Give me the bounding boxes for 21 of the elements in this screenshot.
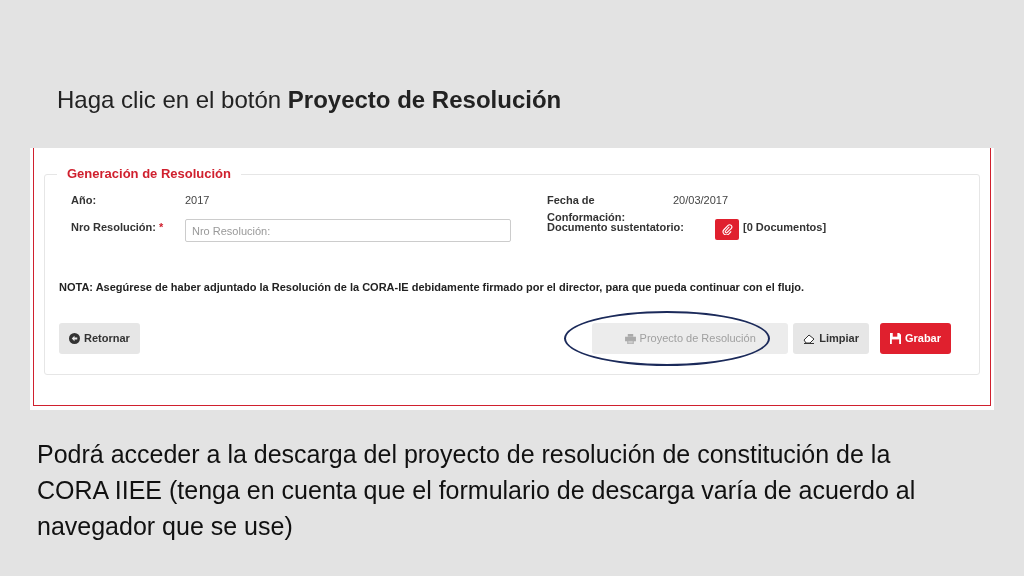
field-label: Nro Resolución: xyxy=(71,221,156,233)
eraser-icon xyxy=(803,333,816,344)
save-button[interactable]: Grabar xyxy=(879,323,951,354)
field-label: Fecha de Conformación: xyxy=(547,193,627,223)
instruction-text: Haga clic en el botón Proyecto de Resolución xyxy=(57,85,562,115)
save-icon xyxy=(889,333,901,344)
back-button[interactable]: Retornar xyxy=(59,323,140,354)
paperclip-icon xyxy=(721,224,733,235)
field-label: Documento sustentatorio: xyxy=(547,221,684,233)
documents-link[interactable]: [0 Documentos] xyxy=(743,219,827,236)
required-mark: * xyxy=(158,221,164,233)
printer-icon xyxy=(624,333,636,344)
note-text: NOTA: Asegúrese de haber adjuntado la Resolución de la CORA-IE debidamente firmado por el director, para que pueda continuar con el flujo. xyxy=(59,279,805,295)
clear-button[interactable]: Limpiar xyxy=(793,323,869,354)
attach-button[interactable] xyxy=(715,219,739,240)
field-value: 20/03/2017 xyxy=(673,193,729,208)
circle-arrow-icon xyxy=(69,333,80,344)
caption-text: Podrá acceder a la descarga del proyecto de resolución de constitución de la CORA IIEE (tenga en cuenta que el formulario de descarga varía de acuerdo al navegador que se use) xyxy=(37,439,917,542)
field-value: 2017 xyxy=(185,193,210,208)
input-field[interactable]: Nro Resolución: xyxy=(185,219,511,242)
field-label: Año: xyxy=(71,194,97,206)
